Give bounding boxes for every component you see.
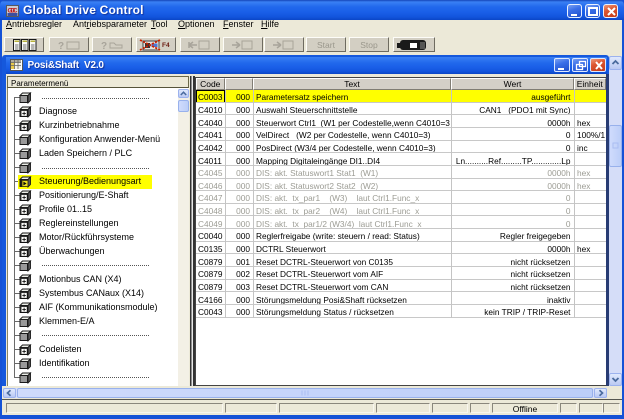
svg-text:F4: F4 bbox=[162, 42, 170, 49]
svg-text:?: ? bbox=[58, 41, 64, 52]
svg-text:?: ? bbox=[101, 41, 107, 52]
svg-text:GDC: GDC bbox=[8, 8, 18, 15]
